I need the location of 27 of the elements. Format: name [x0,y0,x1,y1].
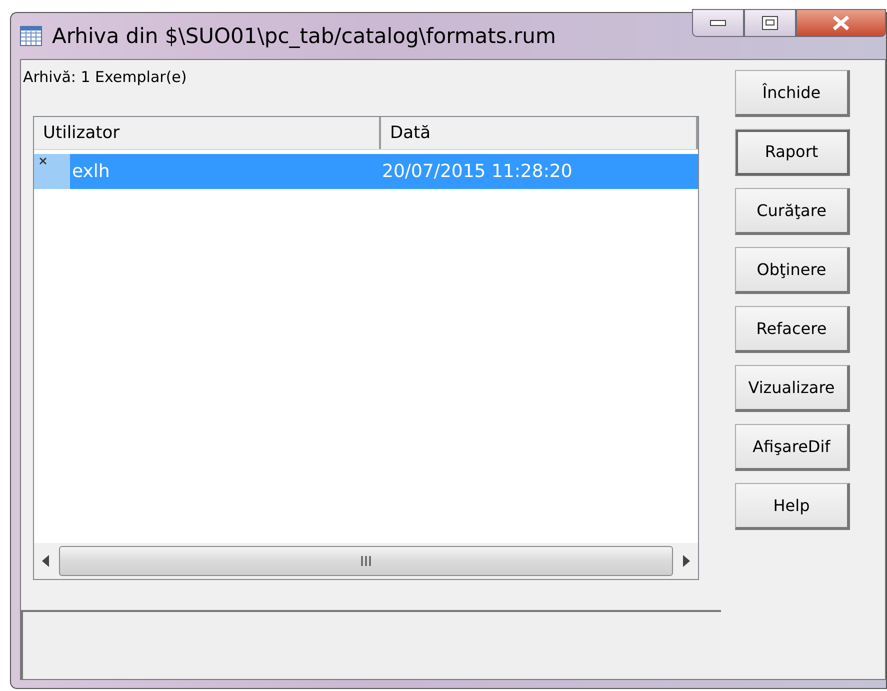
dialog-button[interactable]: Curăţare [735,188,850,235]
scroll-left-icon[interactable] [42,555,49,567]
close-button[interactable] [796,9,886,37]
window-title: Arhiva din $\SUO01\pc_tab/catalog\formats.rum [52,24,556,48]
horizontal-scrollbar[interactable] [34,543,698,579]
minimize-button[interactable] [692,9,744,37]
x-mark-icon [39,157,47,165]
dialog-button[interactable]: Raport [735,129,850,176]
date-cell: 20/07/2015 11:28:20 [370,154,698,189]
archive-count-label: Arhivă: 1 Exemplar(e) [23,68,188,88]
maximize-button[interactable] [744,9,796,37]
dialog-button[interactable]: Vizualizare [735,365,850,412]
dialog-button[interactable]: Help [735,483,850,530]
dialog-button[interactable]: AfişareDif [735,424,850,471]
scroll-thumb[interactable] [59,546,673,576]
grip-icon [360,555,372,567]
close-icon [831,15,851,31]
dialog-button[interactable]: Închide [735,70,850,117]
user-cell: exlh [70,154,370,189]
minimize-icon [710,20,726,26]
scroll-right-icon[interactable] [683,555,690,567]
column-header[interactable]: Utilizator [34,117,381,149]
maximize-icon [762,16,778,30]
dialog-button[interactable]: Refacere [735,306,850,353]
table-icon [20,26,42,46]
dialog-button[interactable]: Obţinere [735,247,850,294]
column-header[interactable]: Dată [381,117,698,149]
